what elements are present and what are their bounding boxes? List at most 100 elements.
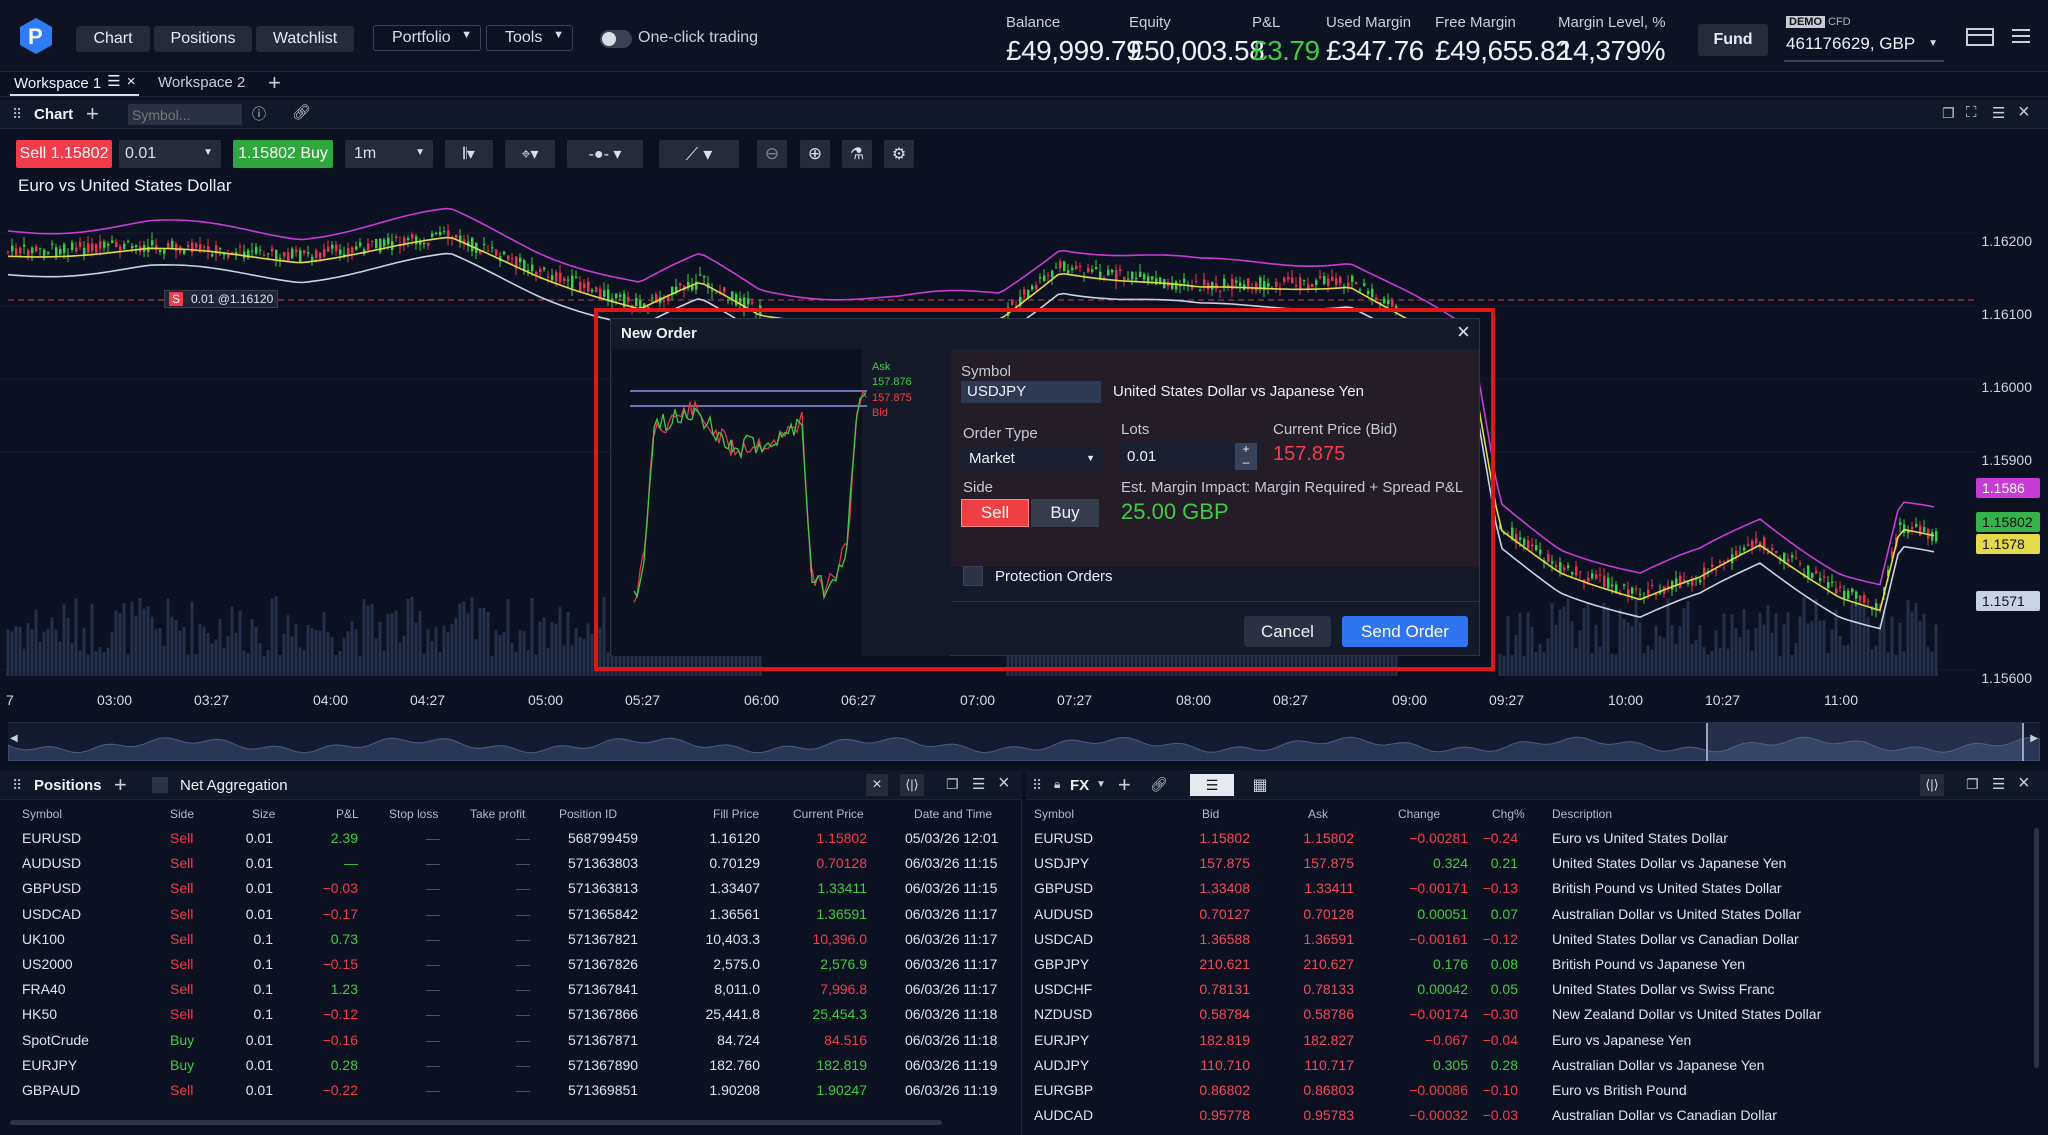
table-row[interactable]: GBPUSD Sell 0.01 −0.03 — — 571363813 1.33407 1.3… bbox=[0, 876, 1022, 901]
col-header[interactable]: Chg% bbox=[1492, 807, 1525, 821]
crosshair-icon[interactable]: ⌖▾ bbox=[505, 140, 555, 168]
drag-handle-icon[interactable]: ⠿ bbox=[12, 106, 22, 123]
watchlist-row[interactable]: EURUSD 1.15802 1.15802 −0.00281 −0.24 Euro vs… bbox=[1026, 826, 2048, 851]
table-row[interactable]: SpotCrude Buy 0.01 −0.16 — — 571367871 84.724 84… bbox=[0, 1028, 1022, 1053]
scroll-right-icon[interactable]: ▶ bbox=[2030, 733, 2038, 744]
close-icon[interactable]: × bbox=[1457, 319, 1470, 345]
add-chart-icon[interactable]: + bbox=[86, 101, 99, 127]
col-header[interactable]: Stop loss bbox=[389, 807, 438, 821]
close-icon[interactable]: × bbox=[2018, 772, 2030, 795]
watchlist-row[interactable]: GBPJPY 210.621 210.627 0.176 0.08 British Pou… bbox=[1026, 952, 2048, 977]
lots-select[interactable]: 0.01 ▼ bbox=[119, 140, 221, 168]
close-icon[interactable]: × bbox=[2018, 101, 2030, 124]
symbol-search-input[interactable] bbox=[128, 104, 242, 125]
drawing-tool-icon[interactable]: ⟋ ▾ bbox=[659, 140, 739, 168]
link-icon[interactable]: 🔗︎ bbox=[1150, 776, 1168, 793]
col-header[interactable]: Current Price bbox=[793, 807, 864, 821]
popout-icon[interactable]: ❐ bbox=[946, 776, 959, 793]
table-row[interactable]: HK50 Sell 0.1 −0.12 — — 571367866 25,441.8 25,45… bbox=[0, 1002, 1022, 1027]
popout-icon[interactable]: ❐ bbox=[1966, 776, 1979, 793]
cancel-button[interactable]: Cancel bbox=[1244, 616, 1331, 647]
tools-dropdown[interactable]: Tools ▼ bbox=[486, 25, 573, 51]
portfolio-dropdown[interactable]: Portfolio ▼ bbox=[373, 25, 481, 51]
col-header[interactable]: Position ID bbox=[559, 807, 617, 821]
chevron-down-icon[interactable]: ▼ bbox=[1096, 779, 1106, 790]
table-row[interactable]: GBPAUD Sell 0.01 −0.22 — — 571369851 1.90208 1.9… bbox=[0, 1078, 1022, 1103]
watchlist-row[interactable]: USDCHF 0.78131 0.78133 0.00042 0.05 United St… bbox=[1026, 977, 2048, 1002]
columns-icon[interactable]: ⟨|⟩ bbox=[900, 774, 924, 796]
menu-icon[interactable]: ☰ bbox=[107, 73, 120, 90]
navigator-window[interactable] bbox=[1706, 723, 2024, 761]
col-header[interactable]: Side bbox=[170, 807, 194, 821]
flask-icon[interactable]: ⚗ bbox=[842, 140, 872, 168]
watchlist-row[interactable]: USDJPY 157.875 157.875 0.324 0.21 United Stat… bbox=[1026, 851, 2048, 876]
vertical-scrollbar[interactable] bbox=[2034, 828, 2039, 1068]
workspace-tab-1[interactable]: Workspace 1 ☰ × bbox=[10, 72, 140, 96]
account-selector[interactable]: DEMO CFD 461176629, GBP ▼ bbox=[1784, 14, 1944, 62]
watchlist-row[interactable]: AUDJPY 110.710 110.717 0.305 0.28 Australian … bbox=[1026, 1053, 2048, 1078]
add-workspace-icon[interactable]: + bbox=[268, 70, 281, 96]
watchlist-row[interactable]: EURJPY 182.819 182.827 −0.067 −0.04 Euro vs J… bbox=[1026, 1028, 2048, 1053]
col-header[interactable]: Symbol bbox=[1034, 807, 1074, 821]
col-header[interactable]: Fill Price bbox=[713, 807, 759, 821]
drag-handle-icon[interactable]: ⠿ bbox=[12, 777, 22, 794]
lots-stepper[interactable]: + – bbox=[1235, 443, 1257, 470]
table-row[interactable]: FRA40 Sell 0.1 1.23 — — 571367841 8,011.0 7,996.… bbox=[0, 977, 1022, 1002]
col-header[interactable]: Ask bbox=[1308, 807, 1328, 821]
table-row[interactable]: EURJPY Buy 0.01 0.28 — — 571367890 182.760 182.8… bbox=[0, 1053, 1022, 1078]
protection-checkbox[interactable] bbox=[963, 566, 983, 586]
col-header[interactable]: P&L bbox=[336, 807, 359, 821]
lock-icon[interactable]: 🔒︎ bbox=[1054, 777, 1060, 792]
add-symbol-icon[interactable]: + bbox=[1118, 772, 1131, 798]
zoom-in-icon[interactable]: ⊕ bbox=[800, 140, 830, 168]
buy-side-button[interactable]: Buy bbox=[1031, 499, 1099, 527]
watchlist-row[interactable]: GBPUSD 1.33408 1.33411 −0.00171 −0.13 British… bbox=[1026, 876, 2048, 901]
col-header[interactable]: Size bbox=[252, 807, 275, 821]
chart-navigator[interactable]: ◀ ▶ bbox=[8, 722, 2040, 761]
order-type-select[interactable]: Market ▼ bbox=[961, 445, 1103, 472]
link-icon[interactable]: 🔗︎ bbox=[292, 103, 311, 121]
nav-chart[interactable]: Chart bbox=[76, 26, 150, 52]
table-row[interactable]: US2000 Sell 0.1 −0.15 — — 571367826 2,575.0 2,57… bbox=[0, 952, 1022, 977]
nav-watchlist[interactable]: Watchlist bbox=[256, 26, 354, 52]
popout-icon[interactable]: ❐ bbox=[1942, 105, 1955, 122]
fund-button[interactable]: Fund bbox=[1698, 24, 1768, 56]
buy-button[interactable]: 1.15802 Buy bbox=[233, 140, 333, 168]
col-header[interactable]: Description bbox=[1552, 807, 1612, 821]
lots-input[interactable]: 0.01 + – bbox=[1121, 441, 1259, 472]
info-icon[interactable]: ⓘ bbox=[252, 104, 266, 124]
position-tag[interactable]: S 0.01 @1.16120 bbox=[164, 290, 279, 308]
one-click-toggle[interactable] bbox=[600, 30, 632, 48]
table-row[interactable]: UK100 Sell 0.1 0.73 — — 571367821 10,403.3 10,39… bbox=[0, 927, 1022, 952]
menu-icon[interactable] bbox=[2010, 26, 2032, 46]
watchlist-row[interactable]: AUDUSD 0.70127 0.70128 0.00051 0.07 Australia… bbox=[1026, 902, 2048, 927]
chart-type-icon[interactable]: 𝄃▾ bbox=[445, 140, 493, 168]
nav-positions[interactable]: Positions bbox=[154, 26, 252, 52]
watchlist-row[interactable]: NZDUSD 0.58784 0.58786 −0.00174 −0.30 New Zea… bbox=[1026, 1002, 2048, 1027]
table-row[interactable]: USDCAD Sell 0.01 −0.17 — — 571365842 1.36561 1.3… bbox=[0, 902, 1022, 927]
timeframe-select[interactable]: 1m ▼ bbox=[345, 140, 433, 168]
col-header[interactable]: Take profit bbox=[470, 807, 525, 821]
list-view-icon[interactable]: ☰ bbox=[1190, 774, 1234, 796]
settings-icon[interactable]: ⚙ bbox=[884, 140, 914, 168]
sell-button[interactable]: Sell 1.15802 bbox=[16, 140, 112, 168]
send-order-button[interactable]: Send Order bbox=[1342, 616, 1468, 647]
menu-icon[interactable]: ☰ bbox=[972, 775, 985, 793]
watchlist-row[interactable]: AUDCAD 0.95778 0.95783 −0.00032 −0.03 Austral… bbox=[1026, 1103, 2048, 1128]
fx-title[interactable]: FX bbox=[1070, 777, 1089, 794]
sell-side-button[interactable]: Sell bbox=[961, 499, 1029, 527]
scroll-left-icon[interactable]: ◀ bbox=[10, 733, 18, 744]
net-aggregation-checkbox[interactable] bbox=[152, 777, 168, 793]
app-logo[interactable]: P bbox=[16, 16, 56, 56]
table-row[interactable]: EURUSD Sell 0.01 2.39 — — 568799459 1.16120 1.15… bbox=[0, 826, 1022, 851]
col-header[interactable]: Date and Time bbox=[914, 807, 992, 821]
close-icon[interactable]: × bbox=[866, 774, 888, 796]
watchlist-row[interactable]: EURGBP 0.86802 0.86803 −0.00086 −0.10 Euro vs… bbox=[1026, 1078, 2048, 1103]
symbol-input[interactable]: USDJPY bbox=[961, 381, 1101, 403]
columns-icon[interactable]: ⟨|⟩ bbox=[1920, 774, 1944, 796]
close-icon[interactable]: × bbox=[127, 73, 136, 90]
maximize-icon[interactable]: ⛶ bbox=[1966, 104, 1977, 121]
drag-handle-icon[interactable]: ⠿ bbox=[1032, 777, 1042, 794]
table-row[interactable]: AUDUSD Sell 0.01 — — — 571363803 0.70129 0.70128… bbox=[0, 851, 1022, 876]
layout-icon[interactable] bbox=[1966, 28, 1994, 46]
